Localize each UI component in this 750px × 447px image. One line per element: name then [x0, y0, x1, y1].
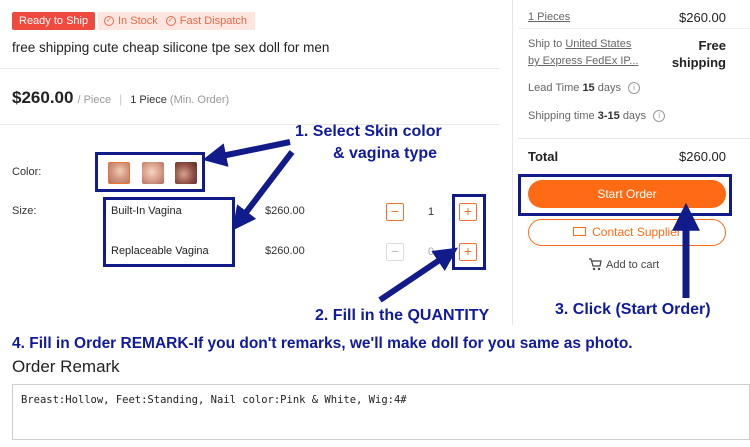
annotation-step2: 2. Fill in the QUANTITY	[315, 307, 490, 324]
annotation-arrows	[202, 139, 700, 303]
order-remark-title: Order Remark	[12, 357, 120, 376]
arrow-to-quantity	[378, 247, 458, 303]
order-remark-input[interactable]: Breast:Hollow, Feet:Standing, Nail color…	[12, 384, 750, 440]
arrow-to-variants	[232, 150, 295, 231]
annotation-step3: 3. Click (Start Order)	[555, 301, 711, 318]
annotation-step1-line1: 1. Select Skin color	[295, 123, 442, 140]
annotation-step1-line2: & vagina type	[333, 145, 438, 162]
arrow-to-colors	[202, 139, 291, 167]
annotation-step4: 4. Fill in Order REMARK-If you don't rem…	[12, 335, 633, 352]
